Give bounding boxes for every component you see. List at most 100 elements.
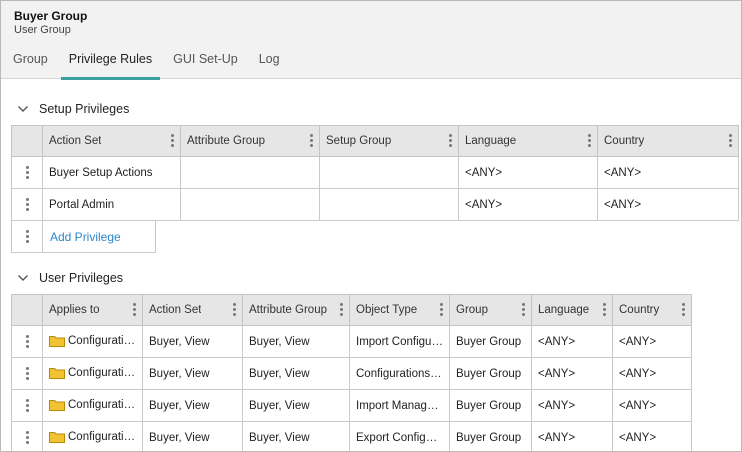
cell-object-type[interactable]: Export Configurations	[349, 421, 450, 451]
setup-privileges-title: Setup Privileges	[39, 102, 130, 116]
column-menu-icon[interactable]	[681, 303, 685, 317]
tab-gui-set-up[interactable]: GUI Set-Up	[173, 49, 238, 79]
add-privilege-link[interactable]: Add Privilege	[50, 230, 121, 244]
table-row[interactable]: Configurations Buyer, View Buyer, View I…	[11, 389, 692, 422]
row-menu-icon[interactable]	[25, 197, 29, 212]
column-menu-icon[interactable]	[232, 303, 236, 317]
tab-group[interactable]: Group	[13, 49, 48, 79]
setup-privileges-header[interactable]: Setup Privileges	[17, 102, 129, 116]
chevron-down-icon[interactable]	[17, 103, 29, 115]
page-title: Buyer Group	[14, 9, 88, 23]
cell-action-set[interactable]: Buyer Setup Actions	[42, 156, 181, 189]
cell-group[interactable]: Buyer Group	[449, 389, 532, 422]
column-menu-icon[interactable]	[521, 303, 525, 317]
column-header-language[interactable]: Language	[458, 125, 598, 157]
user-privileges-header[interactable]: User Privileges	[17, 271, 123, 285]
cell-action-set[interactable]: Buyer, View	[142, 389, 243, 422]
row-drag-handle[interactable]	[11, 188, 43, 221]
cell-country[interactable]: <ANY>	[597, 188, 739, 221]
row-drag-handle[interactable]	[11, 357, 43, 390]
table-row[interactable]: Portal Admin <ANY> <ANY>	[11, 188, 739, 221]
column-menu-icon[interactable]	[728, 134, 732, 148]
column-menu-icon[interactable]	[448, 134, 452, 148]
column-menu-icon[interactable]	[439, 303, 443, 317]
column-header-country[interactable]: Country	[612, 294, 692, 326]
cell-country[interactable]: <ANY>	[597, 156, 739, 189]
column-menu-icon[interactable]	[602, 303, 606, 317]
add-privilege-row: Add Privilege	[11, 221, 156, 253]
row-menu-icon[interactable]	[25, 165, 29, 180]
cell-applies-to[interactable]: Configurations	[42, 357, 143, 390]
table-row[interactable]: Configurations Buyer, View Buyer, View E…	[11, 421, 692, 451]
cell-group[interactable]: Buyer Group	[449, 357, 532, 390]
cell-attribute-group[interactable]	[180, 156, 320, 189]
column-header-attribute-group[interactable]: Attribute Group	[242, 294, 350, 326]
cell-attribute-group[interactable]: Buyer, View	[242, 357, 350, 390]
cell-group[interactable]: Buyer Group	[449, 421, 532, 451]
row-menu-icon[interactable]	[25, 398, 29, 413]
cell-object-type[interactable]: Import Configurations	[349, 325, 450, 358]
column-header-country[interactable]: Country	[597, 125, 739, 157]
column-header-attribute-group[interactable]: Attribute Group	[180, 125, 320, 157]
cell-applies-to[interactable]: Configurations	[42, 389, 143, 422]
column-header-language[interactable]: Language	[531, 294, 613, 326]
cell-language[interactable]: <ANY>	[531, 357, 613, 390]
cell-setup-group[interactable]	[319, 188, 459, 221]
chevron-down-icon[interactable]	[17, 272, 29, 284]
column-menu-icon[interactable]	[587, 134, 591, 148]
cell-country[interactable]: <ANY>	[612, 421, 692, 451]
column-menu-icon[interactable]	[309, 134, 313, 148]
cell-attribute-group[interactable]: Buyer, View	[242, 421, 350, 451]
row-menu-icon[interactable]	[25, 334, 29, 349]
row-drag-handle[interactable]	[11, 325, 43, 358]
table-header-row: Action Set Attribute Group Setup Group L…	[11, 125, 739, 157]
cell-country[interactable]: <ANY>	[612, 389, 692, 422]
cell-action-set[interactable]: Portal Admin	[42, 188, 181, 221]
column-header-group[interactable]: Group	[449, 294, 532, 326]
tab-bar: Group Privilege Rules GUI Set-Up Log	[1, 49, 280, 80]
row-drag-handle[interactable]	[11, 389, 43, 422]
cell-country[interactable]: <ANY>	[612, 325, 692, 358]
row-drag-handle[interactable]	[11, 421, 43, 451]
row-drag-handle[interactable]	[12, 221, 43, 252]
cell-action-set[interactable]: Buyer, View	[142, 357, 243, 390]
row-drag-handle[interactable]	[11, 156, 43, 189]
column-menu-icon[interactable]	[132, 303, 136, 317]
cell-setup-group[interactable]	[319, 156, 459, 189]
table-row[interactable]: Configurations Buyer, View Buyer, View I…	[11, 325, 692, 358]
row-menu-icon[interactable]	[25, 366, 29, 381]
setup-privileges-table: Action Set Attribute Group Setup Group L…	[11, 125, 739, 221]
column-header-handle	[11, 125, 43, 157]
cell-language[interactable]: <ANY>	[531, 389, 613, 422]
cell-attribute-group[interactable]: Buyer, View	[242, 389, 350, 422]
cell-group[interactable]: Buyer Group	[449, 325, 532, 358]
cell-applies-to[interactable]: Configurations	[42, 325, 143, 358]
column-header-applies-to[interactable]: Applies to	[42, 294, 143, 326]
cell-object-type[interactable]: Configurations Root	[349, 357, 450, 390]
cell-language[interactable]: <ANY>	[458, 188, 598, 221]
cell-language[interactable]: <ANY>	[458, 156, 598, 189]
column-header-setup-group[interactable]: Setup Group	[319, 125, 459, 157]
page-header: Buyer Group User Group Group Privilege R…	[1, 1, 741, 80]
cell-country[interactable]: <ANY>	[612, 357, 692, 390]
column-menu-icon[interactable]	[339, 303, 343, 317]
tab-log[interactable]: Log	[259, 49, 280, 79]
cell-attribute-group[interactable]	[180, 188, 320, 221]
applies-to-label: Configurations	[68, 399, 143, 412]
column-header-object-type[interactable]: Object Type	[349, 294, 450, 326]
cell-attribute-group[interactable]: Buyer, View	[242, 325, 350, 358]
column-menu-icon[interactable]	[170, 134, 174, 148]
cell-language[interactable]: <ANY>	[531, 325, 613, 358]
row-menu-icon[interactable]	[25, 430, 29, 445]
table-row[interactable]: Buyer Setup Actions <ANY> <ANY>	[11, 156, 739, 189]
cell-applies-to[interactable]: Configurations	[42, 421, 143, 451]
cell-language[interactable]: <ANY>	[531, 421, 613, 451]
cell-object-type[interactable]: Import Manager Configurations	[349, 389, 450, 422]
column-header-action-set[interactable]: Action Set	[42, 125, 181, 157]
row-menu-icon[interactable]	[25, 229, 29, 244]
cell-action-set[interactable]: Buyer, View	[142, 421, 243, 451]
table-row[interactable]: Configurations Buyer, View Buyer, View C…	[11, 357, 692, 390]
column-header-action-set[interactable]: Action Set	[142, 294, 243, 326]
tab-privilege-rules[interactable]: Privilege Rules	[60, 49, 161, 80]
cell-action-set[interactable]: Buyer, View	[142, 325, 243, 358]
